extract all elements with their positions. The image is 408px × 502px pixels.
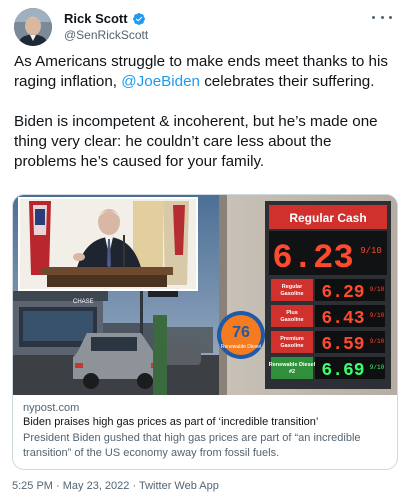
price-row-value: 6.43: [321, 309, 364, 329]
price-row-fraction: 9/10: [370, 286, 385, 293]
card-description: President Biden gushed that high gas pri…: [23, 432, 361, 459]
station-logo-sub: Renewable Diesel: [221, 344, 261, 350]
sign-main-fraction: 9/10: [360, 246, 382, 256]
more-options-icon[interactable]: [372, 10, 392, 24]
tweet-text: As Americans struggle to make ends meet …: [14, 52, 398, 172]
link-preview-image[interactable]: CHASE Regular Cash 6.23 9/10 Regular Gas…: [13, 195, 397, 395]
author-handle[interactable]: @SenRickScott: [64, 28, 148, 42]
price-row-fraction: 9/10: [370, 338, 385, 345]
sign-main-price: 6.23: [272, 240, 354, 278]
card-domain: nypost.com: [23, 402, 80, 414]
price-row-label-bg: [271, 331, 313, 353]
price-row-value: 6.69: [321, 361, 364, 381]
tweet-timestamp[interactable]: 5:25 PM · May 23, 2022 · Twitter Web App: [12, 480, 219, 492]
tweet-text-segment: celebrates their suffering.: [199, 73, 375, 90]
price-row-label: Premium Gasoline: [280, 336, 304, 349]
author-info: Rick Scott @SenRickScott: [64, 11, 148, 42]
station-logo: 76: [232, 324, 250, 341]
sign-header: Regular Cash: [289, 211, 366, 225]
tweet-header: Rick Scott @SenRickScott: [14, 8, 398, 48]
mention-link[interactable]: @JoeBiden: [121, 73, 200, 90]
verified-badge-icon: [132, 12, 146, 26]
link-preview-meta: nypost.com Biden praises high gas prices…: [23, 401, 389, 461]
price-row-value: 6.29: [321, 283, 364, 303]
avatar[interactable]: [14, 8, 52, 46]
tweet-paragraph-1: As Americans struggle to make ends meet …: [14, 52, 398, 92]
price-row-label-bg: [271, 305, 313, 327]
price-row-value: 6.59: [321, 335, 364, 355]
price-row-label-bg: [271, 279, 313, 301]
link-preview-card[interactable]: CHASE Regular Cash 6.23 9/10 Regular Gas…: [12, 194, 398, 470]
price-row-label: Regular Gasoline: [280, 284, 303, 297]
price-row-fraction: 9/10: [370, 364, 385, 371]
card-title[interactable]: Biden praises high gas prices as part of…: [23, 415, 389, 430]
price-row-fraction: 9/10: [370, 312, 385, 319]
author-name[interactable]: Rick Scott: [64, 11, 128, 26]
tweet-paragraph-2: Biden is incompetent & incoherent, but h…: [14, 113, 378, 170]
chase-sign: CHASE: [73, 299, 94, 305]
price-row-label-bg: [271, 357, 313, 379]
